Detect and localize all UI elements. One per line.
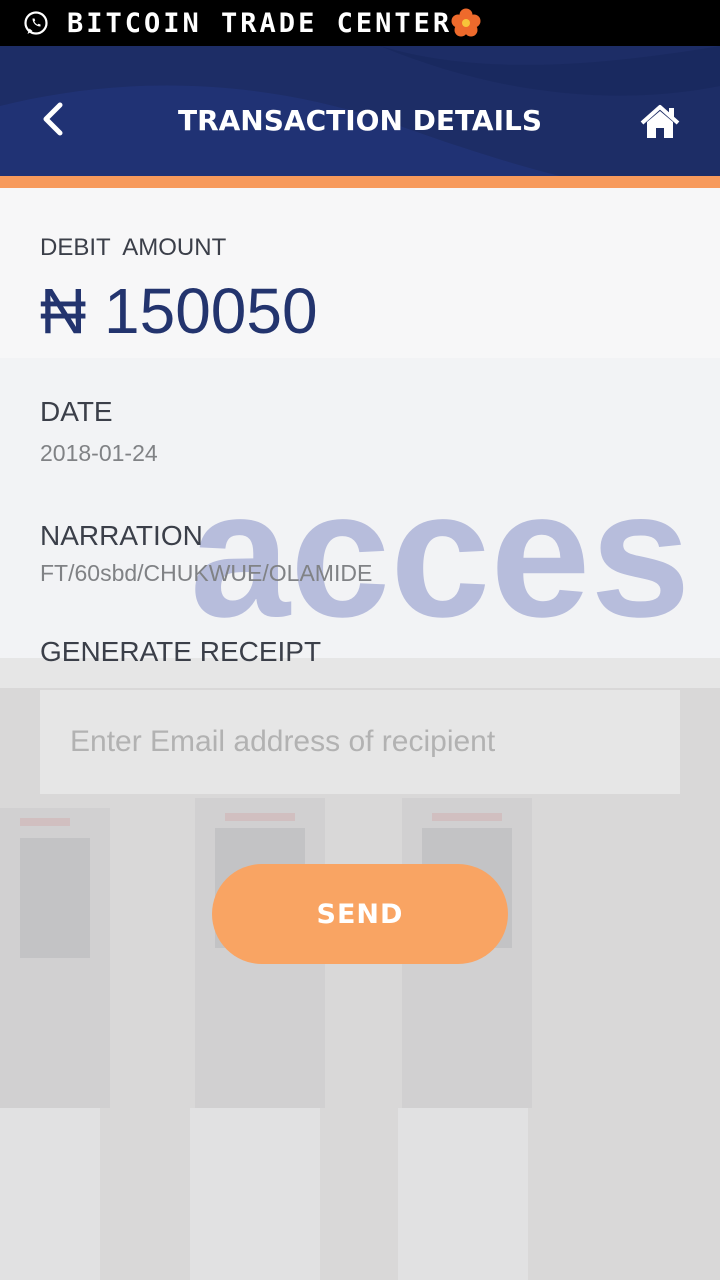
debit-amount-label: DEBIT AMOUNT xyxy=(40,234,227,261)
background-sign-text: acces xyxy=(190,454,691,655)
watermark-text: BITCOIN TRADE CENTER xyxy=(67,7,453,39)
send-button[interactable]: SEND xyxy=(212,864,508,964)
header-accent-line xyxy=(0,176,720,188)
transaction-details-panel: acces DEBIT AMOUNT ₦ 150050 DATE 2018-01… xyxy=(0,188,720,1280)
narration-value: FT/60sbd/CHUKWUE/OLAMIDE xyxy=(40,560,373,586)
date-value: 2018-01-24 xyxy=(40,440,158,466)
app-header: TRANSACTION DETAILS xyxy=(0,46,720,176)
debit-amount-value: ₦ 150050 xyxy=(40,275,318,347)
home-button[interactable] xyxy=(638,104,682,140)
page-title: TRANSACTION DETAILS xyxy=(177,104,543,137)
whatsapp-icon xyxy=(24,11,48,35)
status-bar: BITCOIN TRADE CENTER xyxy=(0,0,720,46)
generate-receipt-label: GENERATE RECEIPT xyxy=(40,636,322,667)
flower-emoji-icon xyxy=(451,8,481,37)
recipient-email-input[interactable] xyxy=(40,690,680,794)
date-label: DATE xyxy=(40,396,113,427)
narration-label: NARRATION xyxy=(40,520,203,551)
